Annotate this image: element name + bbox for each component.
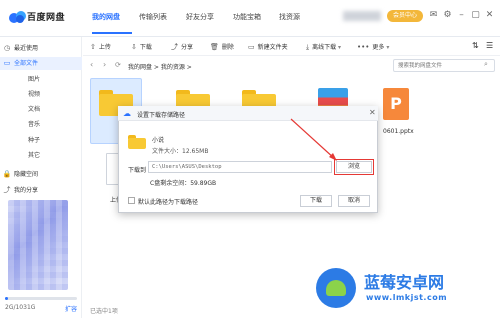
file-size: 文件大小：12.65MB (152, 148, 209, 155)
sidebar-item-others[interactable]: 其它 (28, 149, 110, 162)
back-arrow-icon[interactable]: ‹ (90, 60, 93, 69)
tab-find-resources[interactable]: 找资源 (279, 12, 300, 22)
upload-button[interactable]: ⇧ 上传 (90, 42, 111, 51)
download-label: 下载 (139, 44, 152, 51)
annotation-arrow (290, 118, 337, 161)
vip-center-button[interactable]: 会员中心 (387, 10, 423, 22)
lock-icon: 🔒 (2, 170, 12, 178)
storage-bar (5, 297, 77, 300)
settings-icon[interactable]: ⚙ (442, 10, 453, 21)
search-input[interactable] (393, 59, 495, 72)
search-icon[interactable]: ⌕ (484, 60, 488, 69)
forward-arrow-icon[interactable]: › (103, 60, 106, 69)
offline-download-icon: ⤓ (306, 43, 310, 51)
more-button[interactable]: ••• 更多 ▾ (357, 42, 389, 51)
new-folder-label: 新建文件夹 (257, 44, 288, 51)
more-icon: ••• (357, 43, 370, 51)
blurred-avatar-image (8, 200, 68, 290)
share-icon: ⤴ (171, 43, 178, 51)
trash-icon: 🗑 (210, 43, 219, 51)
sidebar-item-recent[interactable]: ◷ 最近使用 (0, 42, 82, 55)
baidu-cloud-logo-icon (9, 11, 26, 23)
download-icon: ⇩ (131, 43, 137, 51)
upload-label: 上传 (98, 44, 111, 51)
sidebar-item-label: 我的分享 (14, 187, 39, 194)
delete-button[interactable]: 🗑 删除 (210, 42, 234, 51)
dialog-title: 设置下载存储路径 (137, 112, 186, 119)
list-view-icon[interactable]: ☰ (486, 41, 493, 50)
divider (83, 55, 500, 56)
folder-icon: ▭ (3, 59, 11, 67)
sidebar-item-all-files[interactable]: ▭ 全部文件 (0, 57, 82, 70)
download-confirm-button[interactable]: 下载 (300, 195, 332, 207)
watermark-android-logo-icon (316, 268, 356, 308)
app-title: 百度网盘 (27, 13, 66, 23)
sort-icon[interactable]: ⇅ (472, 41, 479, 50)
download-button[interactable]: ⇩ 下载 (131, 42, 152, 51)
storage-usage: 2G/1031G (5, 304, 36, 311)
watermark-url: www.lmkjst.com (366, 293, 448, 302)
sidebar-item-label: 全部文件 (14, 60, 39, 67)
tab-toolbox[interactable]: 功能宝箱 (233, 12, 261, 22)
storage-bar-fill (5, 297, 8, 300)
close-window-icon[interactable]: ✕ (484, 10, 495, 21)
upload-icon: ⇧ (90, 43, 96, 51)
new-folder-button[interactable]: ▭ 新建文件夹 (248, 42, 288, 51)
cloud-logo-icon: ☁ (123, 109, 131, 118)
sidebar-item-hidden-space[interactable]: 🔒 隐藏空间 (0, 168, 82, 181)
selection-status: 已选中1项 (90, 308, 118, 315)
delete-label: 删除 (221, 44, 234, 51)
offline-download-label: 离线下载 (312, 44, 337, 51)
refresh-icon[interactable]: ⟳ (115, 61, 121, 69)
more-label: 更多 (372, 44, 385, 51)
download-to-label: 下载到 (128, 167, 147, 174)
default-path-label[interactable]: 默认此路径为下载路径 (138, 197, 198, 206)
file-name-label: 0601.pptx (383, 128, 414, 135)
close-icon[interactable]: ✕ (369, 108, 376, 117)
pptx-file-icon[interactable]: P (383, 88, 409, 120)
share-button[interactable]: ⤴ 分享 (171, 42, 193, 52)
breadcrumb[interactable]: 我的网盘 > 我的资源 > (128, 62, 192, 71)
minimize-icon[interactable]: – (456, 10, 467, 21)
mail-icon[interactable]: ✉ (428, 10, 439, 21)
expand-storage-link[interactable]: 扩容 (65, 304, 77, 313)
file-name: 小说 (152, 137, 165, 144)
sidebar-item-label: 最近使用 (14, 45, 39, 52)
blurred-username (343, 11, 381, 21)
share-icon: ⤴ (3, 186, 11, 194)
watermark-title: 蓝莓安卓网 (364, 273, 445, 292)
maximize-icon[interactable]: ▢ (470, 10, 481, 21)
tab-my-netdisk[interactable]: 我的网盘 (92, 12, 120, 22)
offline-download-button[interactable]: ⤓ 离线下载 ▾ (306, 42, 341, 52)
default-path-checkbox[interactable] (128, 197, 135, 204)
active-tab-indicator (92, 32, 132, 34)
tab-friend-share[interactable]: 好友分享 (186, 12, 214, 22)
new-folder-icon: ▭ (248, 43, 255, 51)
sidebar-item-label: 隐藏空间 (14, 171, 39, 178)
sidebar-item-my-shares[interactable]: ⤴ 我的分享 (0, 184, 82, 197)
folder-icon (128, 135, 146, 149)
clock-icon: ◷ (3, 44, 11, 52)
share-label: 分享 (181, 44, 194, 51)
free-space-info: C盘剩余空间：59.89GB (150, 180, 217, 187)
cancel-button[interactable]: 取消 (338, 195, 370, 207)
tab-transfer-list[interactable]: 传输列表 (139, 12, 167, 22)
